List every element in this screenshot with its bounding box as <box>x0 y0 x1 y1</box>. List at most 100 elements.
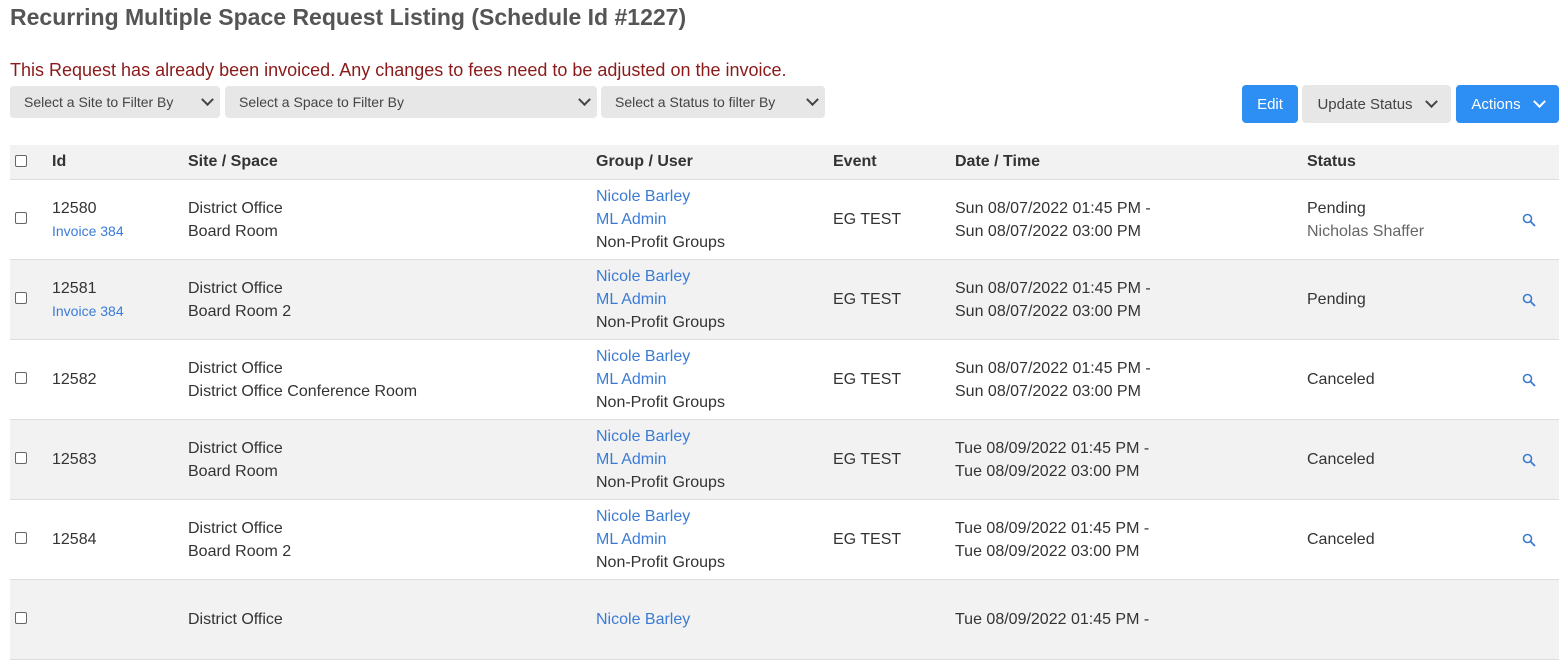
id-cell: 12582 <box>52 340 97 419</box>
space-name: Board Room 2 <box>188 302 292 320</box>
date-time-cell: Tue 08/09/2022 01:45 PM - Tue 08/09/2022 … <box>955 500 1149 579</box>
user-link[interactable]: Nicole Barley <box>596 265 725 288</box>
start-time: Sun 08/07/2022 01:45 PM - <box>955 279 1151 297</box>
user-link[interactable]: Nicole Barley <box>596 608 690 631</box>
requests-table: Id Site / Space Group / User Event Date … <box>10 145 1559 660</box>
status-filter-select[interactable]: Select a Status to filter By <box>601 86 825 118</box>
table-row: 12583 District Office Board Room Nicole Bar… <box>10 420 1559 500</box>
update-status-label: Update Status <box>1317 95 1413 113</box>
group-type: Non-Profit Groups <box>596 474 725 491</box>
actions-button[interactable]: Actions <box>1456 85 1559 123</box>
event-name: EG TEST <box>833 211 902 228</box>
space-filter-label: Select a Space to Filter By <box>239 94 404 110</box>
event-cell: EG TEST <box>833 420 901 499</box>
status-cell: Canceled <box>1307 500 1375 579</box>
space-name: District Office Conference Room <box>188 382 418 400</box>
id-cell: 12584 <box>52 500 97 579</box>
admin-link[interactable]: ML Admin <box>596 368 725 391</box>
group-user-cell: Nicole Barley ML Admin Non-Profit Groups <box>596 500 725 579</box>
event-name: EG TEST <box>833 451 902 468</box>
user-link[interactable]: Nicole Barley <box>596 425 725 448</box>
event-cell: EG TEST <box>833 500 901 579</box>
chevron-down-icon <box>806 92 819 106</box>
group-user-cell: Nicole Barley ML Admin Non-Profit Groups <box>596 180 725 259</box>
row-checkbox[interactable] <box>15 612 27 624</box>
status-filter-label: Select a Status to filter By <box>615 94 776 110</box>
status-cell: Pending Nicholas Shaffer <box>1307 180 1424 259</box>
chevron-down-icon <box>1424 94 1438 108</box>
header-event: Event <box>833 153 877 170</box>
header-id: Id <box>52 153 67 170</box>
end-time: Tue 08/09/2022 03:00 PM <box>955 542 1140 560</box>
invoice-link[interactable]: Invoice 384 <box>52 300 124 323</box>
row-checkbox[interactable] <box>15 372 27 384</box>
site-name: District Office <box>188 611 283 628</box>
space-filter-select[interactable]: Select a Space to Filter By <box>225 86 597 118</box>
group-type: Non-Profit Groups <box>596 234 725 251</box>
status-cell: Pending <box>1307 260 1366 339</box>
site-space-cell: District Office District Office Conferenc… <box>188 340 417 419</box>
page-title: Recurring Multiple Space Request Listing… <box>10 4 687 30</box>
site-name: District Office <box>188 199 283 217</box>
user-link[interactable]: Nicole Barley <box>596 185 725 208</box>
invoice-warning: This Request has already been invoiced. … <box>10 60 787 80</box>
request-id: 12583 <box>52 451 97 468</box>
site-space-cell: District Office Board Room <box>188 420 283 499</box>
row-checkbox[interactable] <box>15 452 27 464</box>
request-id: 12580 <box>52 199 97 217</box>
chevron-down-icon <box>1532 94 1546 108</box>
chevron-down-icon <box>578 92 591 106</box>
site-name: District Office <box>188 439 283 457</box>
site-space-cell: District Office Board Room <box>188 180 283 259</box>
space-name: Board Room <box>188 462 278 480</box>
row-checkbox[interactable] <box>15 292 27 304</box>
edit-button[interactable]: Edit <box>1242 85 1298 123</box>
search-icon[interactable] <box>1522 373 1536 387</box>
group-user-cell: Nicole Barley ML Admin Non-Profit Groups <box>596 260 725 339</box>
admin-link[interactable]: ML Admin <box>596 288 725 311</box>
request-id: 12584 <box>52 531 97 548</box>
status-text: Canceled <box>1307 451 1375 468</box>
site-filter-label: Select a Site to Filter By <box>24 94 174 110</box>
table-row: 12582 District Office District Office Conf… <box>10 340 1559 420</box>
user-link[interactable]: Nicole Barley <box>596 345 725 368</box>
row-checkbox[interactable] <box>15 212 27 224</box>
search-icon[interactable] <box>1522 453 1536 467</box>
admin-link[interactable]: ML Admin <box>596 208 725 231</box>
end-time: Sun 08/07/2022 03:00 PM <box>955 382 1141 400</box>
event-cell: EG TEST <box>833 340 901 419</box>
id-cell: 12583 <box>52 420 97 499</box>
admin-link[interactable]: ML Admin <box>596 528 725 551</box>
search-icon[interactable] <box>1522 533 1536 547</box>
start-time: Tue 08/09/2022 01:45 PM - <box>955 439 1150 457</box>
site-name: District Office <box>188 279 283 297</box>
site-space-cell: District Office Board Room 2 <box>188 500 291 579</box>
group-user-cell: Nicole Barley <box>596 580 690 659</box>
space-name: Board Room <box>188 222 278 240</box>
site-filter-select[interactable]: Select a Site to Filter By <box>10 86 220 118</box>
user-link[interactable]: Nicole Barley <box>596 505 725 528</box>
admin-link[interactable]: ML Admin <box>596 448 725 471</box>
id-cell: 12581 Invoice 384 <box>52 260 124 339</box>
select-all-checkbox[interactable] <box>15 155 27 167</box>
table-row: 12581 Invoice 384 District Office Board Roo… <box>10 260 1559 340</box>
site-space-cell: District Office <box>188 580 283 659</box>
site-name: District Office <box>188 519 283 537</box>
header-site-space: Site / Space <box>188 153 278 170</box>
search-icon[interactable] <box>1522 293 1536 307</box>
header-status: Status <box>1307 153 1356 170</box>
start-time: Sun 08/07/2022 01:45 PM - <box>955 199 1151 217</box>
end-time: Sun 08/07/2022 03:00 PM <box>955 302 1141 320</box>
date-time-cell: Tue 08/09/2022 01:45 PM - Tue 08/09/2022 … <box>955 420 1149 499</box>
table-body: 12580 Invoice 384 District Office Board Roo… <box>10 180 1559 660</box>
group-user-cell: Nicole Barley ML Admin Non-Profit Groups <box>596 420 725 499</box>
request-id: 12581 <box>52 279 97 297</box>
site-space-cell: District Office Board Room 2 <box>188 260 291 339</box>
event-name: EG TEST <box>833 531 902 548</box>
search-icon[interactable] <box>1522 213 1536 227</box>
update-status-button[interactable]: Update Status <box>1302 85 1451 123</box>
invoice-link[interactable]: Invoice 384 <box>52 220 124 243</box>
start-time: Sun 08/07/2022 01:45 PM - <box>955 359 1151 377</box>
row-checkbox[interactable] <box>15 532 27 544</box>
event-cell: EG TEST <box>833 180 901 259</box>
